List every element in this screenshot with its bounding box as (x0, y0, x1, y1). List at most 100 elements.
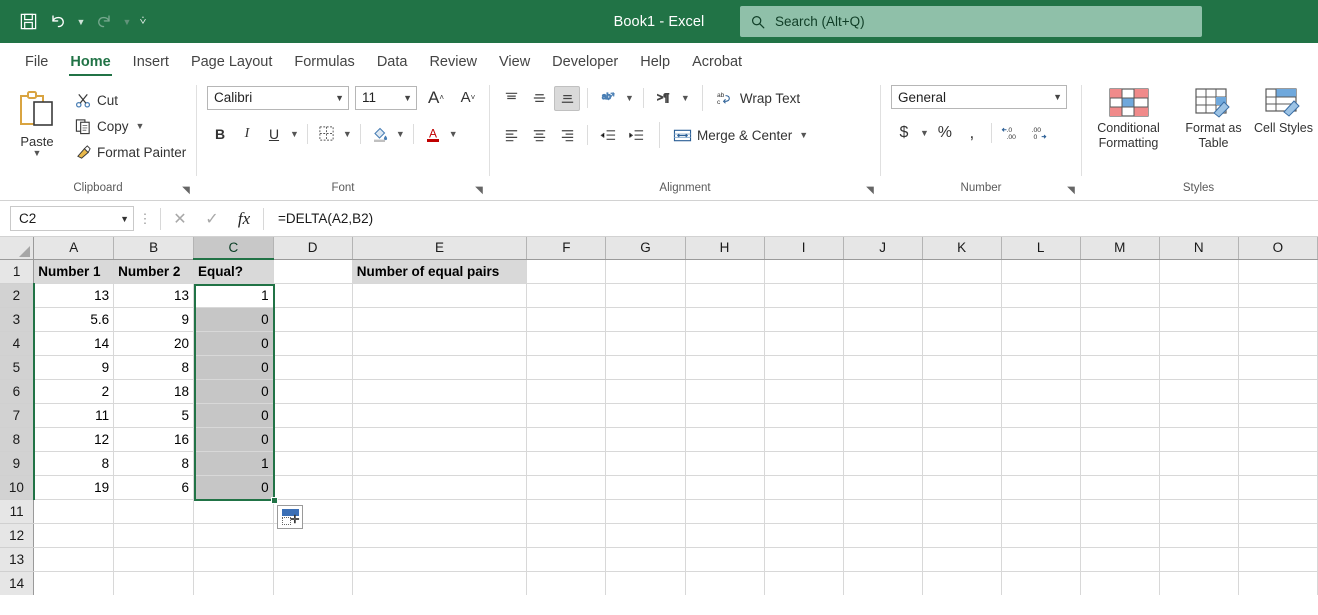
cell-J7[interactable] (843, 403, 922, 427)
cell-F12[interactable] (527, 523, 606, 547)
tab-data[interactable]: Data (366, 52, 419, 79)
cell-A5[interactable]: 9 (34, 355, 114, 379)
cell-L1[interactable] (1001, 259, 1080, 283)
cell-O12[interactable] (1238, 523, 1317, 547)
cell-K13[interactable] (922, 547, 1001, 571)
column-header-i[interactable]: I (764, 237, 843, 259)
cell-F7[interactable] (527, 403, 606, 427)
cell-D6[interactable] (273, 379, 352, 403)
cell-K4[interactable] (922, 331, 1001, 355)
cell-B6[interactable]: 18 (114, 379, 194, 403)
cell-A3[interactable]: 5.6 (34, 307, 114, 331)
cell-G14[interactable] (606, 571, 685, 595)
cell-B1[interactable]: Number 2 (114, 259, 194, 283)
cell-H13[interactable] (685, 547, 764, 571)
cell-G3[interactable] (606, 307, 685, 331)
cell-L2[interactable] (1001, 283, 1080, 307)
cell-C6[interactable]: 0 (194, 379, 274, 403)
cell-M1[interactable] (1080, 259, 1159, 283)
cell-O7[interactable] (1238, 403, 1317, 427)
borders-dropdown-icon[interactable]: ▼ (341, 129, 354, 139)
row-header-8[interactable]: 8 (0, 427, 34, 451)
select-all-corner[interactable] (0, 237, 34, 259)
cell-G6[interactable] (606, 379, 685, 403)
cell-G7[interactable] (606, 403, 685, 427)
name-box[interactable]: C2 ▼ (10, 206, 134, 231)
currency-dropdown-icon[interactable]: ▼ (918, 128, 931, 138)
cell-E13[interactable] (352, 547, 527, 571)
cell-C13[interactable] (194, 547, 274, 571)
cell-styles-button[interactable]: Cell Styles (1253, 83, 1315, 136)
cell-F6[interactable] (527, 379, 606, 403)
format-as-table-button[interactable]: Format as Table (1176, 83, 1252, 151)
cell-K8[interactable] (922, 427, 1001, 451)
selection-fill-handle[interactable] (271, 497, 278, 504)
cell-B13[interactable] (114, 547, 194, 571)
cell-D13[interactable] (273, 547, 352, 571)
cell-I1[interactable] (764, 259, 843, 283)
cell-M2[interactable] (1080, 283, 1159, 307)
cell-J13[interactable] (843, 547, 922, 571)
cell-E2[interactable] (352, 283, 527, 307)
cell-E1[interactable]: Number of equal pairs (352, 259, 527, 283)
cell-I14[interactable] (764, 571, 843, 595)
column-header-b[interactable]: B (114, 237, 194, 259)
cell-O1[interactable] (1238, 259, 1317, 283)
cell-K3[interactable] (922, 307, 1001, 331)
cell-G1[interactable] (606, 259, 685, 283)
cell-N9[interactable] (1159, 451, 1238, 475)
align-right-button[interactable] (554, 123, 580, 148)
cell-A13[interactable] (34, 547, 114, 571)
cell-G10[interactable] (606, 475, 685, 499)
cell-K14[interactable] (922, 571, 1001, 595)
font-dialog-launcher-icon[interactable]: ◥ (473, 185, 485, 197)
cell-G12[interactable] (606, 523, 685, 547)
number-dialog-launcher-icon[interactable]: ◥ (1065, 185, 1077, 197)
cell-E9[interactable] (352, 451, 527, 475)
row-header-1[interactable]: 1 (0, 259, 34, 283)
redo-dropdown-icon[interactable]: ▼ (120, 8, 134, 36)
cell-F2[interactable] (527, 283, 606, 307)
cell-J8[interactable] (843, 427, 922, 451)
cell-I10[interactable] (764, 475, 843, 499)
cell-O13[interactable] (1238, 547, 1317, 571)
text-direction-button[interactable]: >¶ (651, 86, 677, 111)
row-header-10[interactable]: 10 (0, 475, 34, 499)
cell-K6[interactable] (922, 379, 1001, 403)
cell-L13[interactable] (1001, 547, 1080, 571)
cell-F4[interactable] (527, 331, 606, 355)
insert-function-icon[interactable]: fx (229, 206, 259, 232)
increase-font-size-button[interactable]: A˄ (423, 85, 449, 110)
tab-insert[interactable]: Insert (122, 52, 180, 79)
cell-O3[interactable] (1238, 307, 1317, 331)
cell-B8[interactable]: 16 (114, 427, 194, 451)
chevron-down-icon[interactable]: ▼ (331, 93, 344, 103)
cell-G11[interactable] (606, 499, 685, 523)
cell-H2[interactable] (685, 283, 764, 307)
cell-L8[interactable] (1001, 427, 1080, 451)
font-size-combo[interactable]: 11 ▼ (355, 86, 417, 110)
cell-K2[interactable] (922, 283, 1001, 307)
cell-E10[interactable] (352, 475, 527, 499)
cell-D4[interactable] (273, 331, 352, 355)
merge-center-button[interactable]: Merge & Center ▼ (670, 122, 813, 148)
cell-J9[interactable] (843, 451, 922, 475)
cell-D3[interactable] (273, 307, 352, 331)
column-header-k[interactable]: K (922, 237, 1001, 259)
cell-A11[interactable] (34, 499, 114, 523)
cell-B10[interactable]: 6 (114, 475, 194, 499)
confirm-edit-icon[interactable]: ✓ (197, 206, 227, 232)
chevron-down-icon[interactable]: ▼ (120, 214, 129, 224)
cell-L3[interactable] (1001, 307, 1080, 331)
cell-G8[interactable] (606, 427, 685, 451)
cell-C11[interactable] (194, 499, 274, 523)
cell-A8[interactable]: 12 (34, 427, 114, 451)
cell-J11[interactable] (843, 499, 922, 523)
cell-D9[interactable] (273, 451, 352, 475)
cell-I12[interactable] (764, 523, 843, 547)
cell-C12[interactable] (194, 523, 274, 547)
chevron-down-icon[interactable]: ▼ (1049, 92, 1062, 102)
search-input[interactable]: Search (Alt+Q) (740, 6, 1202, 37)
cell-F10[interactable] (527, 475, 606, 499)
tab-home[interactable]: Home (59, 52, 121, 79)
